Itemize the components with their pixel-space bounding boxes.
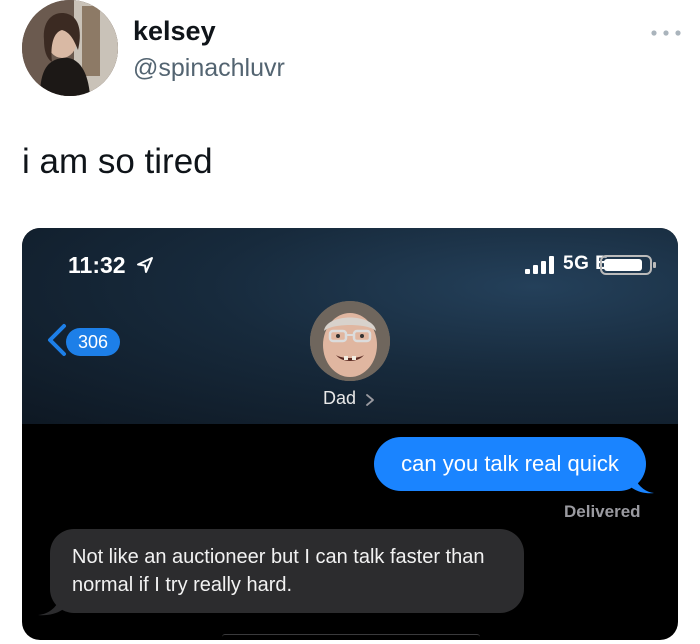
input-area-edge [222,634,480,640]
profile-avatar[interactable] [22,0,118,96]
location-arrow-icon [137,257,153,273]
unread-count-badge[interactable]: 306 [66,328,120,356]
attached-screenshot[interactable]: 11:32 5G E 306 Dad can you talk real qui… [22,228,678,640]
ellipsis-icon[interactable] [646,26,686,40]
contact-avatar[interactable] [310,301,390,381]
outgoing-message-bubble[interactable]: can you talk real quick [374,437,646,491]
delivered-status: Delivered [564,502,641,521]
incoming-message-bubble[interactable]: Not like an auctioneer but I can talk fa… [50,529,524,613]
display-name[interactable]: kelsey [133,16,216,47]
signal-bars-icon [525,256,554,274]
chevron-right-icon[interactable] [365,393,375,407]
status-time: 11:32 [68,252,126,278]
contact-name[interactable]: Dad [323,388,356,409]
user-handle[interactable]: @spinachluvr [133,54,285,83]
battery-icon [600,255,656,275]
tweet-text: i am so tired [22,142,213,181]
